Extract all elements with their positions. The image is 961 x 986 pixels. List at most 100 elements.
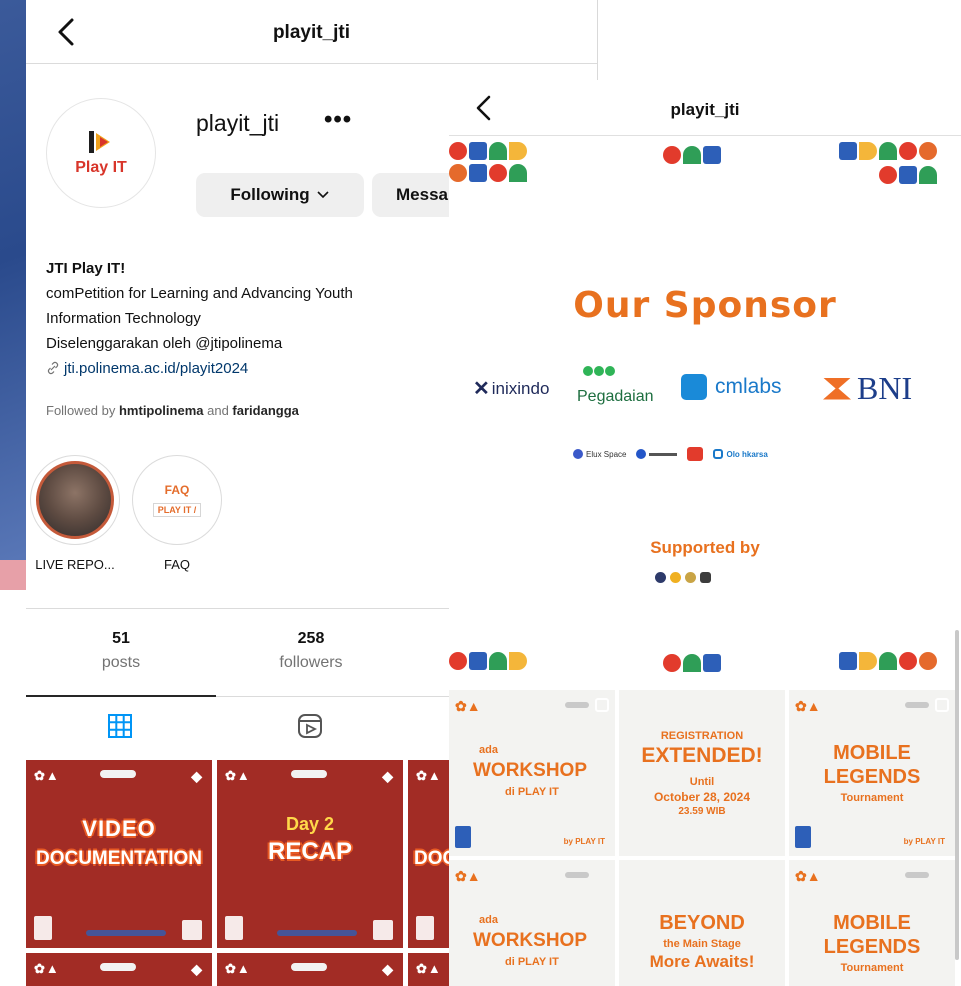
following-button[interactable]: Following [196, 173, 364, 217]
tile-pretitle: ada [479, 744, 498, 756]
tile-title: MOBILE [833, 912, 911, 934]
avatar[interactable]: Play IT [46, 98, 156, 208]
tile-corner-icon: ◆ [191, 768, 202, 784]
following-label: Following [230, 185, 310, 204]
post-tile[interactable]: ✿▲ ◆ [217, 953, 403, 986]
profile-header: playit_jti [26, 0, 597, 64]
post-tile-workshop[interactable]: ✿▲ ada WORKSHOP di PLAY IT [449, 860, 615, 986]
pattern-decoration [839, 652, 937, 670]
highlight-cover: FAQ PLAY IT / [138, 461, 216, 539]
tile-tag-icon: ✿▲ [225, 768, 251, 783]
sponsor-olohkarsa: Olo hkarsa [713, 449, 768, 459]
tile-foot-icon [795, 826, 811, 848]
tile-corner-icon: ◆ [382, 768, 393, 784]
highlight-label: FAQ [163, 557, 190, 572]
supported-by-title: Supported by [650, 538, 760, 557]
bni-logo-icon [823, 377, 851, 400]
stat-followers[interactable]: 258 followers [216, 630, 406, 672]
tile-tag-icon: ✿▲ [34, 768, 60, 783]
tile-pill [565, 702, 589, 708]
post-tile[interactable]: ✿▲ ◆ [26, 953, 212, 986]
highlight-live-report[interactable]: LIVE REPO... [30, 455, 120, 572]
followed-and: and [203, 403, 233, 418]
tile-pill [100, 963, 136, 971]
avatar-brand: Play IT [75, 159, 127, 176]
bio-link[interactable]: jti.polinema.ac.id/playit2024 [46, 356, 353, 381]
tile-foot-icon [455, 826, 471, 848]
cmlabs-logo-icon [681, 374, 707, 400]
pattern-decoration [663, 146, 721, 164]
sponsor-title: Our Sponsor [573, 285, 837, 326]
carousel-icon [595, 698, 609, 712]
sponsor-bni: BNI [823, 370, 912, 407]
tile-subtitle: Tournament [840, 792, 904, 804]
sponsor-inixindo: ✕ inixindo [473, 376, 549, 401]
post-tile-video[interactable]: ✿▲ ◆ VIDEO DOCUMENTATION [26, 760, 212, 948]
post-tile-workshop[interactable]: ✿▲ ada WORKSHOP di PLAY IT by PLAY IT [449, 690, 615, 856]
tile-tag-icon: ✿▲ [795, 868, 821, 884]
tile-pretitle: ada [479, 914, 498, 926]
sponsor-name: inixindo [491, 378, 550, 398]
tile-subtitle: di PLAY IT [505, 786, 559, 798]
tile-tag-icon: ✿▲ [455, 868, 481, 884]
tile-subtitle: DOCUMENTATION [35, 848, 203, 869]
tile-foot-bar [86, 930, 166, 936]
tile-tag-icon: ✿▲ [225, 961, 251, 976]
tile-subtitle: the Main Stage [663, 938, 741, 950]
pattern-decoration [449, 142, 527, 160]
tile-pill [100, 770, 136, 778]
reels-icon[interactable] [296, 712, 324, 740]
tile-subtitle: RECAP [267, 838, 352, 865]
tile-date: October 28, 2024 [653, 790, 751, 804]
background-wallpaper [0, 0, 26, 570]
tile-corner-icon: ◆ [191, 961, 202, 977]
tile-title: BEYOND [659, 912, 745, 934]
tile-until: Until [689, 776, 715, 788]
pegadaian-logo-icon [583, 366, 615, 376]
post-header: playit_jti [449, 80, 961, 136]
tile-foot-icon [416, 916, 434, 940]
followed-by[interactable]: Followed by hmtipolinema and faridangga [46, 403, 299, 418]
more-options-button[interactable]: ••• [324, 106, 352, 134]
sponsor-name: Pegadaian [577, 388, 654, 405]
message-label: Messa [396, 185, 448, 204]
supporter-logos [655, 572, 711, 583]
tile-credit: by PLAY IT [563, 837, 605, 846]
pattern-decoration [663, 654, 721, 672]
bio-name: JTI Play IT! [46, 260, 126, 277]
sponsor-name: Elux Space [586, 449, 627, 459]
stat-posts[interactable]: 51 posts [26, 630, 216, 672]
sponsor-mini [636, 449, 678, 459]
post-tile-registration[interactable]: REGISTRATION EXTENDED! Until October 28,… [619, 690, 785, 856]
post-tile-recap[interactable]: ✿▲ ◆ Day 2 RECAP [217, 760, 403, 948]
tile-title: VIDEO [82, 816, 156, 841]
tile-title: EXTENDED! [641, 744, 763, 767]
tile-title: MOBILE [833, 742, 911, 764]
post-tile-mlbb[interactable]: ✿▲ MOBILE LEGENDS Tournament by PLAY IT [789, 690, 955, 856]
tile-tag-icon: ✿▲ [795, 698, 821, 714]
tile-title: WORKSHOP [473, 760, 587, 781]
tile-foot-icon [225, 916, 243, 940]
stat-number: 51 [112, 630, 130, 647]
inixindo-x-icon: ✕ [473, 378, 490, 400]
faq-cover-title: FAQ [164, 483, 190, 497]
tile-pretitle: REGISTRATION [660, 730, 744, 742]
profile-username: playit_jti [196, 110, 280, 136]
highlight-label: LIVE REPO... [35, 557, 115, 572]
grid-icon[interactable] [106, 712, 134, 740]
tile-title: More Awaits! [649, 952, 755, 971]
pattern-decoration [449, 164, 527, 182]
tile-pill [905, 872, 929, 878]
tile-pill [291, 963, 327, 971]
profile-bio: JTI Play IT! comPetition for Learning an… [46, 256, 353, 381]
tile-foot-bar [277, 930, 357, 936]
post-panel: playit_jti Our Sponsor ✕ inixindo Pegadai… [449, 80, 961, 986]
stat-label: followers [279, 654, 343, 671]
highlight-faq[interactable]: FAQ PLAY IT / FAQ [132, 455, 222, 572]
post-tile-beyond[interactable]: BEYOND the Main Stage More Awaits! [619, 860, 785, 986]
background-accent [0, 560, 26, 590]
tile-title: LEGENDS [823, 936, 921, 958]
post-tile-mlbb[interactable]: ✿▲ MOBILE LEGENDS Tournament [789, 860, 955, 986]
link-icon [47, 361, 59, 375]
scrollbar[interactable] [955, 630, 959, 960]
